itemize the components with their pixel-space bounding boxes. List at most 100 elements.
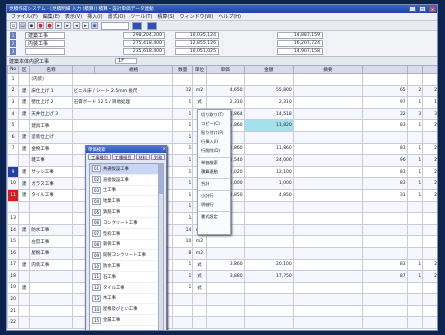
grid-cell-k[interactable]	[18, 270, 31, 283]
grid-cell-name[interactable]: 屋根工事	[29, 246, 73, 260]
column-header[interactable]: 金額	[243, 65, 294, 74]
column-header[interactable]	[362, 65, 408, 74]
grid-cell-no[interactable]: 11	[7, 188, 20, 202]
grid-cell-c[interactable]: 3	[422, 107, 437, 121]
grid-cell-amt[interactable]: 11,860	[243, 142, 294, 156]
grid-cell-c[interactable]	[422, 235, 437, 248]
grid-cell-no[interactable]: 16	[7, 246, 20, 260]
grid-cell-spec[interactable]	[71, 73, 174, 86]
column-header[interactable]: 摘要	[292, 65, 364, 74]
grid-cell-k[interactable]	[18, 212, 31, 225]
grid-cell-note[interactable]	[292, 212, 364, 225]
table-row[interactable]: 15 左官工事 10 m2	[7, 235, 437, 248]
grid-cell-b[interactable]	[406, 235, 424, 248]
copy-icon[interactable]: ▸	[55, 22, 62, 29]
grid-cell-note[interactable]	[292, 177, 364, 190]
grid-cell-name[interactable]: 防水工事	[29, 223, 73, 237]
grid-cell-b[interactable]: 3	[406, 107, 424, 121]
grid-cell-qty[interactable]	[172, 304, 194, 318]
grid-cell-note[interactable]	[292, 73, 364, 86]
grid-cell-amt[interactable]: 24,000	[243, 154, 294, 167]
grid-cell-note[interactable]	[292, 270, 364, 283]
table-row[interactable]: 19 建 1 式	[7, 281, 437, 295]
column-header[interactable]	[71, 65, 96, 74]
save-icon[interactable]: ▪	[28, 22, 35, 29]
grid-cell-b[interactable]: 1	[406, 165, 424, 179]
context-menu-item[interactable]: 切り取り(T)	[198, 110, 230, 119]
new-icon[interactable]: ▫	[10, 22, 17, 29]
grid-cell-c[interactable]	[422, 246, 437, 260]
calc-icon[interactable]: ▣	[91, 22, 98, 29]
grid-cell-a[interactable]: 96	[362, 154, 408, 167]
list-item[interactable]: 14 屋根及びとい工事	[90, 304, 158, 316]
list-item[interactable]: 12 タイル工事	[90, 283, 158, 294]
grid-cell-qty[interactable]: 1	[172, 258, 194, 272]
grid-cell-no[interactable]: 19	[7, 281, 20, 295]
summary-value[interactable]: 298,204,200	[123, 32, 165, 39]
list-item[interactable]: 06 コンクリート工事	[90, 218, 158, 229]
grid-cell-unit[interactable]: 式	[192, 96, 207, 109]
grid-cell-qty[interactable]: 1	[172, 281, 194, 295]
grid-cell-b[interactable]	[406, 293, 424, 306]
grid-cell-note[interactable]	[292, 293, 364, 306]
list-item[interactable]: 08 鉄骨工事	[90, 240, 158, 251]
grid-cell-c[interactable]	[422, 200, 437, 214]
grid-cell-c[interactable]	[422, 293, 437, 306]
grid-cell-spec[interactable]: ビニル床 / シート 2.5mm 長尺	[71, 84, 174, 98]
grid-cell-amt[interactable]: 20,100	[243, 258, 294, 272]
grid-cell-a[interactable]: 83	[362, 142, 408, 156]
grid-cell-c[interactable]	[422, 212, 437, 225]
summary-name-field[interactable]	[25, 48, 65, 55]
grid-cell-price[interactable]: 3,860	[205, 258, 245, 272]
grid-cell-name[interactable]: 左官工事	[29, 235, 73, 248]
grid-cell-name[interactable]: 建具工事	[29, 119, 73, 132]
grid-cell-no[interactable]: 14	[7, 223, 20, 237]
table-row[interactable]: 20	[7, 293, 437, 306]
grid-cell-note[interactable]	[292, 223, 364, 237]
grid-cell-b[interactable]: 1	[406, 154, 424, 167]
grid-cell-amt[interactable]	[243, 130, 294, 144]
grid-cell-qty[interactable]: 1	[172, 177, 194, 190]
menu-format[interactable]: 書式(O)	[108, 13, 126, 20]
context-menu-item[interactable]: 明細行	[198, 200, 230, 209]
grid-cell-price[interactable]	[205, 246, 245, 260]
grid-cell-b[interactable]: 1	[406, 142, 424, 156]
grid-cell-k[interactable]: 建	[18, 96, 31, 109]
grid-cell-b[interactable]	[406, 281, 424, 295]
grid-cell-amt[interactable]: 11,820	[243, 119, 294, 132]
grid-cell-note[interactable]	[292, 84, 364, 98]
column-header[interactable]: No	[7, 65, 20, 74]
grid-cell-a[interactable]	[362, 304, 408, 318]
summary-value[interactable]: 12,855,126	[175, 40, 219, 47]
grid-cell-k[interactable]: 建	[18, 107, 31, 121]
grid-cell-k[interactable]	[18, 119, 31, 132]
list-item[interactable]: 11 石工事	[90, 272, 158, 283]
grid-cell-amt[interactable]	[243, 212, 294, 225]
grid-cell-qty[interactable]: 1	[172, 142, 194, 156]
grid-cell-k[interactable]: 建	[18, 130, 31, 144]
popup-close-button[interactable]: ×	[162, 147, 166, 152]
grid-cell-no[interactable]: 5	[7, 119, 20, 132]
list-item[interactable]: 07 型枠工事	[90, 229, 158, 240]
grid-cell-price[interactable]: 4,650	[205, 84, 245, 98]
grid-cell-name[interactable]: 塗装仕上げ	[29, 130, 73, 144]
grid-cell-note[interactable]	[292, 130, 364, 144]
grid-cell-note[interactable]	[292, 107, 364, 121]
grid-cell-amt[interactable]: 14,518	[243, 107, 294, 121]
grid-cell-no[interactable]: 20	[7, 293, 20, 306]
grid-cell-name[interactable]	[29, 304, 73, 318]
grid-cell-a[interactable]	[362, 200, 408, 214]
table-row[interactable]: 3 建壁仕上げ 2 石膏ボード 12.5 / 目地処理 1 式 2,310 2,310 97 1…	[7, 96, 437, 109]
grid-cell-k[interactable]	[18, 304, 31, 318]
summary-value[interactable]: 16,207,724	[277, 40, 323, 47]
grid-cell-name[interactable]: サッシ工事	[29, 165, 73, 179]
summary-value[interactable]: 14,907,158	[277, 48, 323, 55]
grid-cell-price[interactable]	[205, 293, 245, 306]
grid-cell-k[interactable]: 建	[18, 165, 31, 179]
grid-cell-k[interactable]	[18, 246, 31, 260]
grid-cell-amt[interactable]: 12,100	[243, 165, 294, 179]
grid-cell-amt[interactable]	[243, 293, 294, 306]
table-row[interactable]: 18 1 式 3,880 17,750 87 1 2	[7, 270, 437, 283]
column-header[interactable]: 単位	[192, 65, 207, 74]
popup-scroll-thumb[interactable]	[159, 164, 163, 194]
